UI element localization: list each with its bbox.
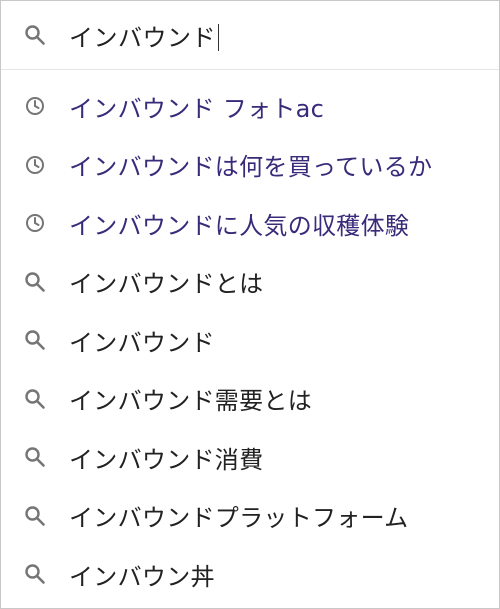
search-input[interactable]: インバウンド [69, 18, 219, 53]
search-suggestion-item[interactable]: インバウンド消費 [1, 428, 499, 487]
search-suggestion-item[interactable]: インバウンドとは [1, 253, 499, 312]
history-suggestion-item[interactable]: インバウンドに人気の収穫体験 [1, 194, 499, 253]
history-clock-icon [1, 136, 69, 194]
search-icon [1, 545, 69, 603]
search-icon [1, 370, 69, 428]
suggestion-label: インバウンド フォトac [69, 94, 325, 123]
suggestion-label: インバウンド需要とは [69, 387, 312, 416]
search-suggestion-item[interactable]: インバウンド [1, 311, 499, 370]
search-suggestion-item[interactable]: インバウンドプラットフォーム [1, 487, 499, 546]
search-icon [1, 428, 69, 486]
search-icon [1, 487, 69, 545]
history-suggestion-item[interactable]: インバウンド フォトac [1, 77, 499, 136]
suggestion-label: インバウンド [69, 328, 215, 357]
search-icon [1, 311, 69, 369]
suggestion-label: インバウンドプラットフォーム [69, 504, 409, 533]
suggestion-label: インバウンドとは [69, 270, 264, 299]
suggestion-label: インバウンドに人気の収穫体験 [69, 211, 410, 240]
search-icon [1, 253, 69, 311]
history-clock-icon [1, 77, 69, 135]
search-suggestion-item[interactable]: インバウンド需要とは [1, 370, 499, 429]
search-autocomplete-panel: インバウンド インバウンド フォトac インバウンドは何を買っているか インバウンド… [0, 0, 500, 609]
history-clock-icon [1, 194, 69, 252]
suggestion-label: インバウンド消費 [69, 445, 264, 474]
text-caret [218, 23, 219, 51]
suggestion-label: インバウン丼 [69, 562, 215, 591]
history-suggestion-item[interactable]: インバウンドは何を買っているか [1, 136, 499, 195]
suggestion-label: インバウンドは何を買っているか [69, 153, 433, 182]
search-suggestion-item[interactable]: インバウン丼 [1, 545, 499, 604]
suggestion-list: インバウンド フォトac インバウンドは何を買っているか インバウンドに人気の収穫体… [1, 77, 499, 604]
search-icon [1, 6, 69, 64]
search-box[interactable]: インバウンド [1, 1, 499, 70]
